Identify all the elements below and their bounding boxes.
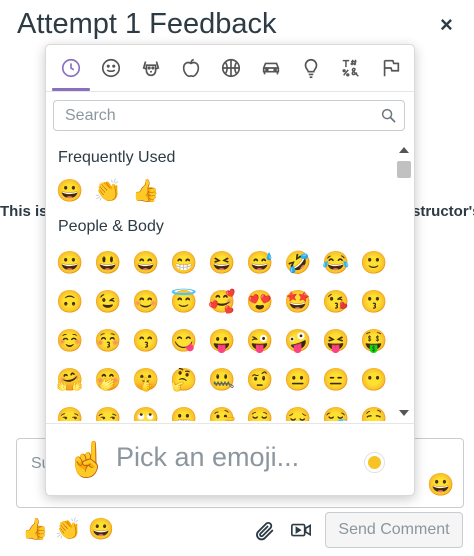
lightbulb-icon[interactable] [298, 55, 324, 81]
emoji-button[interactable]: 😊 [130, 286, 162, 318]
section-label-frequently-used: Frequently Used [58, 149, 176, 166]
emoji-button[interactable]: 😶 [358, 364, 390, 396]
submission-text-left: This is [0, 203, 48, 220]
emoji-button[interactable]: 🙄 [130, 403, 162, 421]
emoji-button[interactable]: 😔 [282, 403, 314, 421]
emoji-button[interactable]: ☺️ [54, 325, 86, 357]
emoji-button[interactable]: 🤤 [358, 403, 390, 421]
emoji-button[interactable]: 😄 [130, 247, 162, 279]
scroll-up-arrow[interactable] [399, 147, 409, 153]
emoji-button[interactable]: 😛 [206, 325, 238, 357]
emoji-button[interactable]: 😂 [320, 247, 352, 279]
emoji-button[interactable]: 🤨 [244, 364, 276, 396]
preview-emoji: ☝️ [66, 441, 109, 479]
emoji-button[interactable]: 😀 [54, 175, 86, 207]
emoji-button[interactable]: 😏 [54, 403, 86, 421]
emoji-grid[interactable]: Frequently Used People & Body 😀 👏 👍 😀 😃 😄 😁 😆 😅 🤣… [46, 137, 414, 421]
emoji-button[interactable]: 😉 [92, 286, 124, 318]
emoji-button[interactable]: 🙃 [54, 286, 86, 318]
emoji-button[interactable]: 😐 [282, 364, 314, 396]
emoji-button[interactable]: 🤫 [130, 364, 162, 396]
emoji-search-input[interactable] [63, 105, 367, 127]
media-icon[interactable] [290, 520, 312, 542]
paperclip-icon[interactable] [254, 520, 276, 542]
quick-emoji-thumbs-up[interactable]: 👍 [22, 518, 48, 542]
close-button[interactable]: × [440, 12, 453, 38]
basketball-icon[interactable] [218, 55, 244, 81]
quick-emoji-clap[interactable]: 👏 [55, 518, 81, 542]
quick-emoji-grin[interactable]: 😀 [88, 518, 114, 542]
section-label-people-body: People & Body [58, 218, 164, 235]
smiley-icon[interactable] [98, 55, 124, 81]
emoji-button[interactable]: 🙂 [358, 247, 390, 279]
emoji-button[interactable]: 🤔 [168, 364, 200, 396]
emoji-button[interactable]: 🥰 [206, 286, 238, 318]
emoji-button[interactable]: 😁 [168, 247, 200, 279]
emoji-picker-toggle-button[interactable]: 😀 [427, 474, 454, 496]
emoji-button[interactable]: 😗 [358, 286, 390, 318]
preview-text: Pick an emoji... [116, 442, 300, 472]
apple-icon[interactable] [178, 55, 204, 81]
car-icon[interactable] [258, 55, 284, 81]
emoji-picker: Frequently Used People & Body 😀👏👍😀😃😄😁😆😅🤣… [45, 44, 415, 496]
scroll-thumb[interactable] [397, 161, 411, 178]
active-category-indicator [52, 88, 90, 91]
clock-icon[interactable] [58, 55, 84, 81]
emoji-button[interactable]: 😙 [130, 325, 162, 357]
emoji-button[interactable]: 🤐 [206, 364, 238, 396]
emoji-button[interactable]: 😆 [206, 247, 238, 279]
scroll-down-arrow[interactable] [399, 410, 409, 416]
submission-text-right: structor's [412, 203, 474, 220]
emoji-button[interactable]: 👍 [130, 175, 162, 207]
skin-tone-selector[interactable] [365, 453, 384, 472]
emoji-button[interactable]: 😃 [92, 247, 124, 279]
symbols-icon[interactable] [338, 55, 364, 81]
flags-icon[interactable] [378, 55, 404, 81]
dog-icon[interactable] [138, 55, 164, 81]
dialog-title: Attempt 1 Feedback [17, 8, 277, 40]
emoji-button[interactable]: 😜 [244, 325, 276, 357]
emoji-button[interactable]: 😀 [54, 247, 86, 279]
emoji-button[interactable]: 😘 [320, 286, 352, 318]
emoji-button[interactable]: 🤭 [92, 364, 124, 396]
emoji-button[interactable]: 🤗 [54, 364, 86, 396]
emoji-button[interactable]: 😝 [320, 325, 352, 357]
emoji-button[interactable]: 😑 [320, 364, 352, 396]
emoji-button[interactable]: 🤣 [282, 247, 314, 279]
emoji-button[interactable]: 😌 [244, 403, 276, 421]
emoji-button[interactable]: 🤥 [206, 403, 238, 421]
emoji-button[interactable]: 😋 [168, 325, 200, 357]
emoji-button[interactable]: 😇 [168, 286, 200, 318]
emoji-button[interactable]: 😅 [244, 247, 276, 279]
emoji-button[interactable]: 😚 [92, 325, 124, 357]
emoji-button[interactable]: 😪 [320, 403, 352, 421]
emoji-preview: ☝️ Pick an emoji... [46, 423, 414, 495]
emoji-button[interactable]: 👏 [92, 175, 124, 207]
search-icon [381, 108, 396, 123]
emoji-button[interactable]: 😬 [168, 403, 200, 421]
emoji-button[interactable]: 🤪 [282, 325, 314, 357]
send-comment-button[interactable]: Send Comment [325, 512, 463, 548]
category-bar [46, 45, 414, 92]
emoji-scrollbar[interactable] [395, 145, 413, 421]
emoji-button[interactable]: 😒 [92, 403, 124, 421]
emoji-search [53, 100, 405, 131]
emoji-button[interactable]: 😍 [244, 286, 276, 318]
emoji-button[interactable]: 🤑 [358, 325, 390, 357]
emoji-button[interactable]: 🤩 [282, 286, 314, 318]
